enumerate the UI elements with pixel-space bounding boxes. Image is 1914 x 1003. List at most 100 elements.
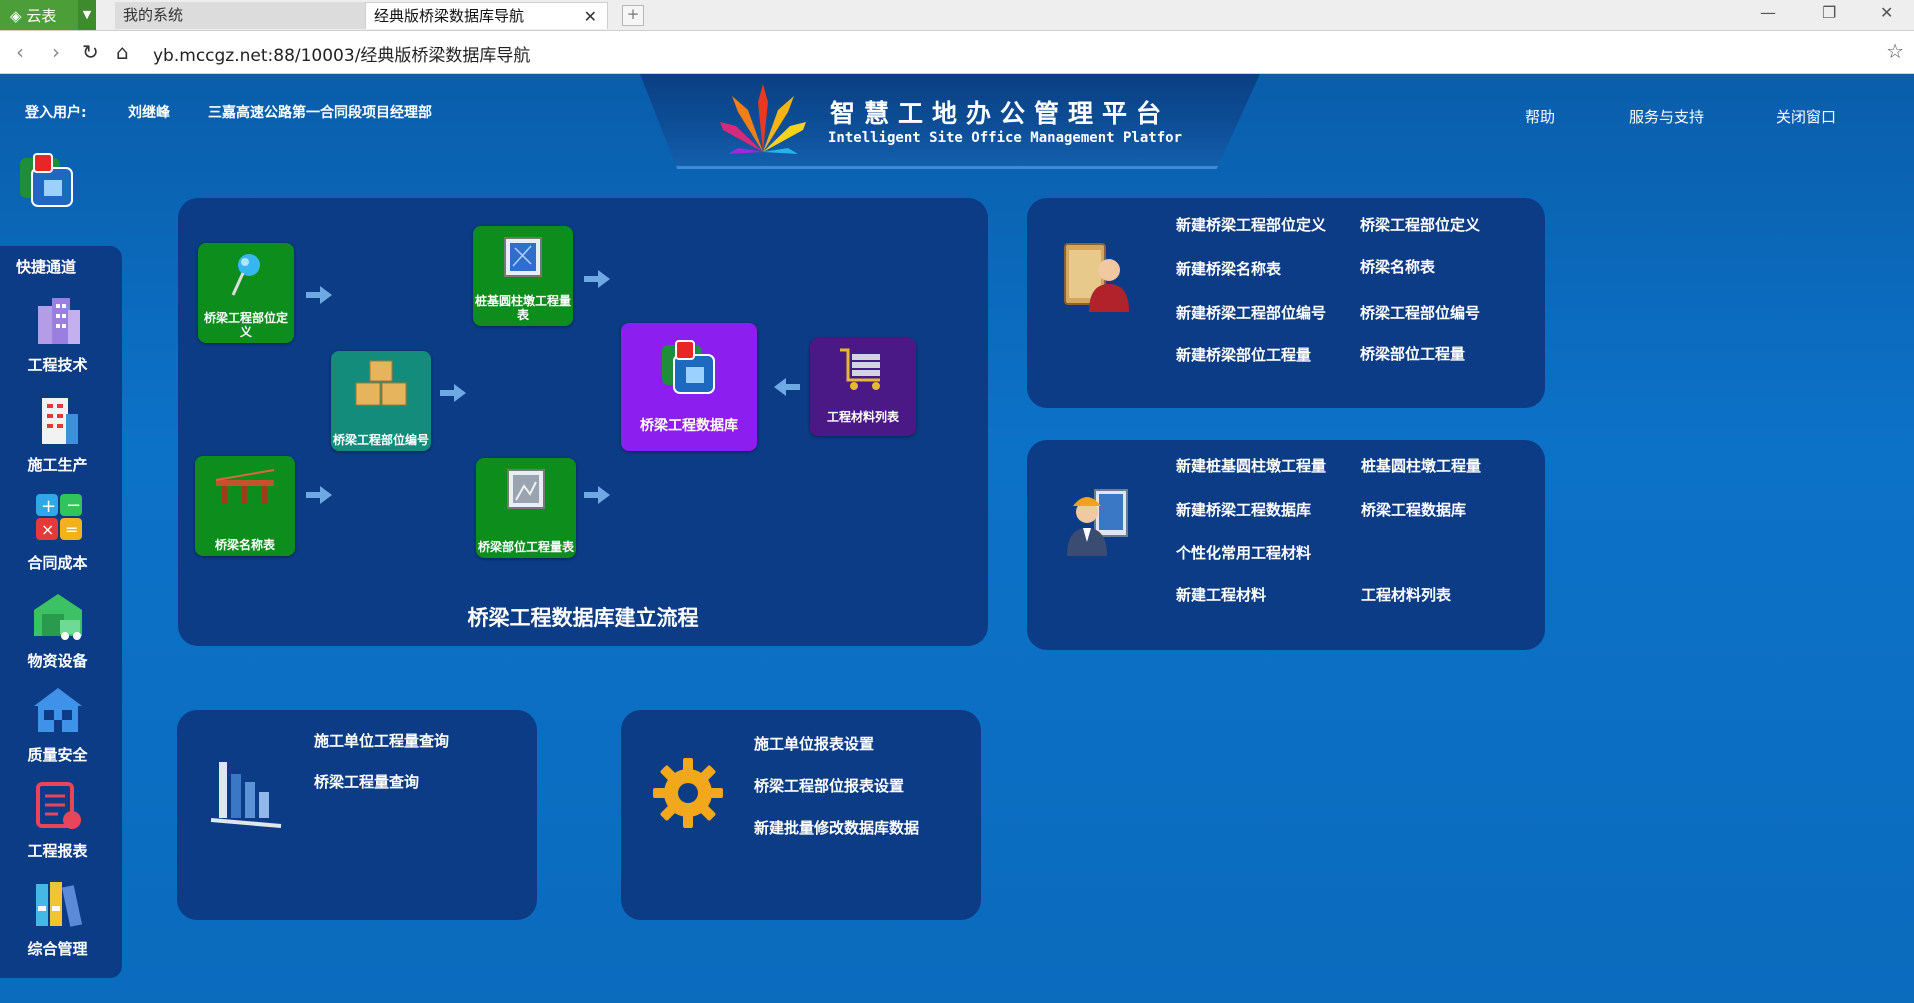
settings-panel: 施工单位报表设置 桥梁工程部位报表设置 新建批量修改数据库数据 <box>621 710 981 920</box>
svg-text:=: = <box>65 520 78 539</box>
building-icon <box>41 398 78 444</box>
database-logo-icon <box>662 340 715 394</box>
sidebar-item-label: 综合管理 <box>27 940 88 958</box>
gear-icon <box>653 758 723 828</box>
tile-label: 桥梁部位工程量表 <box>478 540 575 554</box>
sidebar-item-construction[interactable]: 施工生产 <box>0 392 115 475</box>
svg-text:×: × <box>41 520 54 539</box>
sidebar-item-label: 合同成本 <box>27 554 88 572</box>
reload-icon[interactable]: ↻ <box>82 40 99 64</box>
tile-label: 桥梁工程部位定义 <box>203 311 288 339</box>
house-icon <box>33 688 82 732</box>
link-custom-materials[interactable]: 个性化常用工程材料 <box>1176 542 1311 563</box>
minimize-icon[interactable]: — <box>1760 3 1776 22</box>
close-tab-icon[interactable]: ✕ <box>584 3 597 30</box>
link-new-bridge-database[interactable]: 新建桥梁工程数据库 <box>1176 499 1311 520</box>
home-icon[interactable]: ⌂ <box>116 40 129 64</box>
app-logo-icon: ◈ <box>10 7 22 25</box>
tab-bridge-db-nav[interactable]: 经典版桥梁数据库导航 ✕ <box>365 2 608 29</box>
user-name: 刘继峰 <box>128 105 170 121</box>
link-part-report-settings[interactable]: 桥梁工程部位报表设置 <box>754 775 904 796</box>
boxes-icon <box>355 360 407 406</box>
bookmark-star-icon[interactable]: ☆ <box>1886 39 1904 63</box>
address-bar: ‹ › ↻ ⌂ yb.mccgz.net:88/10003/经典版桥梁数据库导航… <box>0 31 1914 74</box>
link-new-part-quantity[interactable]: 新建桥梁部位工程量 <box>1176 344 1311 365</box>
link-bridge-quantity-query[interactable]: 桥梁工程量查询 <box>314 771 419 792</box>
tile-part-code[interactable]: 桥梁工程部位编号 <box>331 351 431 451</box>
help-link[interactable]: 帮助 <box>1525 106 1555 127</box>
platform-title: 智慧工地办公管理平台 <box>830 99 1171 128</box>
link-new-material[interactable]: 新建工程材料 <box>1176 584 1266 605</box>
svg-text:−: − <box>66 495 81 516</box>
tile-bridge-names[interactable]: 桥梁名称表 <box>195 456 295 556</box>
app-menu-button[interactable]: ◈ 云表 ▼ <box>0 0 96 30</box>
tile-pile-quantity[interactable]: 桩基圆柱墩工程量表 <box>473 226 573 326</box>
url-field[interactable]: yb.mccgz.net:88/10003/经典版桥梁数据库导航 <box>153 41 530 66</box>
sidebar-item-contract-cost[interactable]: + − × = 合同成本 <box>0 490 115 573</box>
back-icon[interactable]: ‹ <box>16 40 24 64</box>
forward-icon[interactable]: › <box>52 40 60 64</box>
buildings-icon <box>37 298 80 344</box>
sidebar-title: 快捷通道 <box>16 258 77 276</box>
sidebar-item-label: 质量安全 <box>27 746 88 764</box>
close-window-icon[interactable]: ✕ <box>1880 3 1893 22</box>
tile-label: 桥梁工程部位编号 <box>333 433 430 447</box>
bridge-icon <box>215 469 275 504</box>
sidebar-item-materials-equipment[interactable]: 物资设备 <box>0 588 115 671</box>
quick-access-sidebar: 快捷通道 工程技术 施工生产 + − × = 合同成本 物资设备 质量安全 工程… <box>0 246 122 978</box>
tile-bridge-database[interactable]: 桥梁工程数据库 <box>621 323 757 451</box>
sidebar-item-label: 工程报表 <box>27 842 88 860</box>
restore-icon[interactable]: ❐ <box>1822 3 1836 22</box>
cart-icon <box>840 348 880 390</box>
new-tab-button[interactable]: + <box>622 5 644 26</box>
link-part-definition[interactable]: 桥梁工程部位定义 <box>1360 214 1480 235</box>
blueprint-icon <box>504 237 542 277</box>
arrow-right-icon <box>306 286 332 304</box>
arrow-left-icon <box>774 378 800 396</box>
sidebar-item-general-management[interactable]: 综合管理 <box>0 876 115 959</box>
sidebar-item-engineering-reports[interactable]: 工程报表 <box>0 778 115 861</box>
link-new-part-definition[interactable]: 新建桥梁工程部位定义 <box>1176 214 1326 235</box>
tab-my-system[interactable]: 我的系统 <box>115 2 365 29</box>
flow-panel: 桥梁工程部位定义 桥梁名称表 桥梁工程部位编号 桩基圆柱墩工程量表 桥梁部位工程… <box>178 198 988 646</box>
link-new-part-code[interactable]: 新建桥梁工程部位编号 <box>1176 302 1326 323</box>
document-image-icon <box>507 469 545 509</box>
tile-part-quantity[interactable]: 桥梁部位工程量表 <box>476 458 576 558</box>
tile-part-definition[interactable]: 桥梁工程部位定义 <box>198 243 294 343</box>
app-dropdown-icon[interactable]: ▼ <box>78 0 96 30</box>
service-support-link[interactable]: 服务与支持 <box>1629 106 1704 127</box>
query-panel: 施工单位工程量查询 桥梁工程量查询 <box>177 710 537 920</box>
flow-title: 桥梁工程数据库建立流程 <box>467 606 699 630</box>
pushpin-icon <box>231 254 260 296</box>
app-button-label: 云表 <box>26 7 57 25</box>
sidebar-item-engineering-tech[interactable]: 工程技术 <box>0 292 115 375</box>
sidebar-item-label: 工程技术 <box>27 356 88 374</box>
database-panel: 新建桩基圆柱墩工程量 新建桥梁工程数据库 个性化常用工程材料 新建工程材料 桩基… <box>1027 440 1545 650</box>
sidebar-item-quality-safety[interactable]: 质量安全 <box>0 682 115 765</box>
link-new-pile-quantity[interactable]: 新建桩基圆柱墩工程量 <box>1176 455 1326 476</box>
calculator-icon: + − × = <box>35 494 82 540</box>
link-bridge-database[interactable]: 桥梁工程数据库 <box>1361 499 1466 520</box>
svg-text:+: + <box>41 496 56 517</box>
tile-materials-list[interactable]: 工程材料列表 <box>810 338 916 436</box>
user-label: 登入用户: <box>25 105 87 121</box>
link-part-quantity[interactable]: 桥梁部位工程量 <box>1360 343 1465 364</box>
arrow-right-icon <box>584 270 610 288</box>
link-bridge-names[interactable]: 桥梁名称表 <box>1360 256 1435 277</box>
link-contractor-report-settings[interactable]: 施工单位报表设置 <box>754 733 874 754</box>
link-batch-modify-data[interactable]: 新建批量修改数据库数据 <box>754 817 919 838</box>
tab-label: 我的系统 <box>123 6 184 24</box>
close-window-link[interactable]: 关闭窗口 <box>1776 106 1836 127</box>
tile-label: 工程材料列表 <box>826 410 899 424</box>
arrow-right-icon <box>440 384 466 402</box>
link-materials-list[interactable]: 工程材料列表 <box>1361 584 1451 605</box>
link-contractor-quantity-query[interactable]: 施工单位工程量查询 <box>314 730 449 751</box>
arrow-right-icon <box>584 486 610 504</box>
link-pile-quantity[interactable]: 桩基圆柱墩工程量 <box>1361 455 1481 476</box>
link-new-bridge-names[interactable]: 新建桥梁名称表 <box>1176 258 1281 279</box>
tile-label: 桩基圆柱墩工程量表 <box>475 294 572 322</box>
binders-icon <box>35 882 82 927</box>
arrow-right-icon <box>306 486 332 504</box>
link-part-code[interactable]: 桥梁工程部位编号 <box>1360 302 1480 323</box>
tile-label: 桥梁名称表 <box>214 538 275 552</box>
